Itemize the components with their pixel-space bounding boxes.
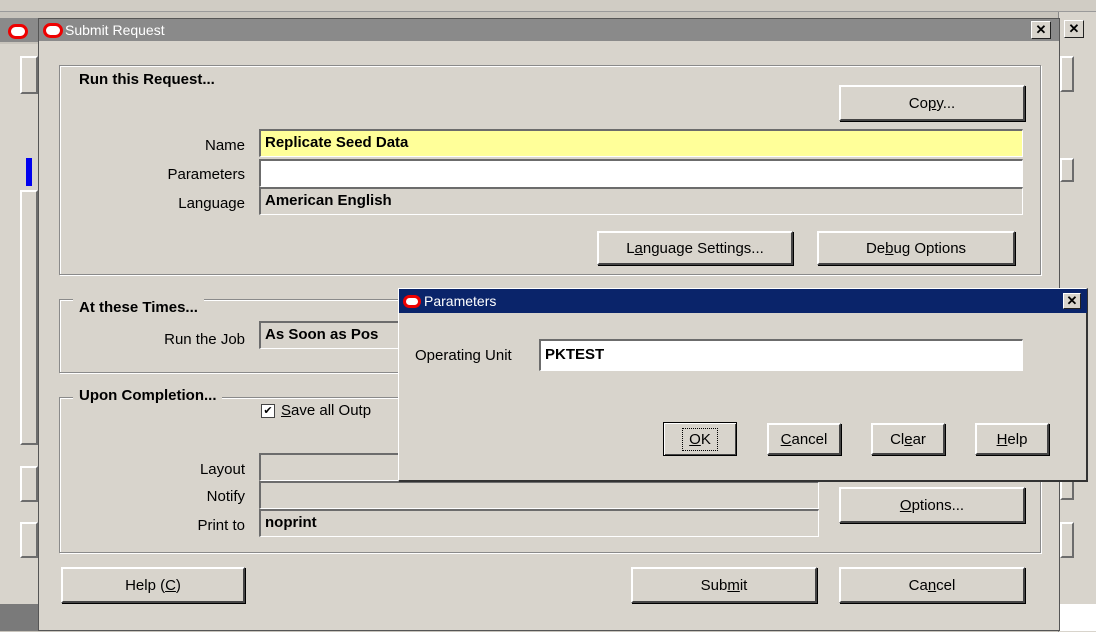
background-left-button [20,466,38,502]
run-job-label: Run the Job [164,331,245,348]
clear-button[interactable]: Cl e ar [871,423,945,455]
operating-unit-field[interactable]: PKTEST [539,339,1023,371]
help-button[interactable]: Help (C) [61,567,245,603]
notify-field[interactable] [259,481,819,509]
layout-label: Layout [199,461,245,478]
background-white-area [1058,604,1096,631]
run-request-group-title: Run this Request... [73,71,221,88]
completion-group-title: Upon Completion... [73,387,223,404]
checkbox-icon[interactable]: ✔ [261,403,275,418]
options-button[interactable]: Options... [839,487,1025,523]
background-left-button [20,522,38,558]
save-output-label: Save all Outp [281,402,372,419]
background-left-button [20,56,38,94]
background-bottom-bar [0,604,40,631]
background-left-button [20,190,38,445]
background-right-button [1060,158,1074,182]
notify-label: Notify [206,488,245,505]
background-right-button [1060,56,1074,92]
parameters-label: Parameters [167,166,245,183]
debug-options-button[interactable]: De b ug Options [817,231,1015,265]
print-to-label: Print to [197,517,245,534]
parameters-title: Parameters [424,293,497,309]
times-group-title: At these Times... [73,299,204,316]
background-record-indicator [26,158,32,186]
save-output-checkbox[interactable]: ✔ Save all Outp [261,402,371,419]
submit-button[interactable]: Sub m it [631,567,817,603]
operating-unit-label: Operating Unit [415,347,512,364]
toolbar-strip [0,0,1096,12]
print-to-field[interactable]: noprint [259,509,819,537]
parameters-cancel-button[interactable]: Cancel [767,423,841,455]
parameters-field[interactable] [259,159,1023,187]
language-label: Language [178,195,245,212]
parameters-titlebar: Parameters [399,289,1087,313]
language-settings-button[interactable]: La nguage Settings... [597,231,793,265]
background-close-icon[interactable]: ✕ [1064,20,1084,38]
parameters-help-button[interactable]: Help [975,423,1049,455]
parameters-close-icon[interactable]: ✕ [1063,293,1081,309]
language-field: American English [259,187,1023,215]
ok-button[interactable]: OK [663,422,737,456]
submit-request-close-icon[interactable]: ✕ [1031,21,1051,39]
parameters-dialog: Parameters ✕ Operating Unit PKTEST OK Ca… [398,288,1088,482]
oracle-icon [403,294,421,308]
background-right-button [1060,522,1074,558]
submit-request-titlebar: Submit Request [39,19,1059,41]
oracle-icon [43,22,63,38]
name-field[interactable]: Replicate Seed Data [259,129,1023,157]
cancel-button[interactable]: Ca n cel [839,567,1025,603]
name-label: Name [204,137,245,154]
copy-button[interactable]: Co p y... [839,85,1025,121]
background-oracle-icon [8,24,28,39]
ok-focus-ring: OK [682,427,718,451]
submit-request-title: Submit Request [65,22,165,38]
